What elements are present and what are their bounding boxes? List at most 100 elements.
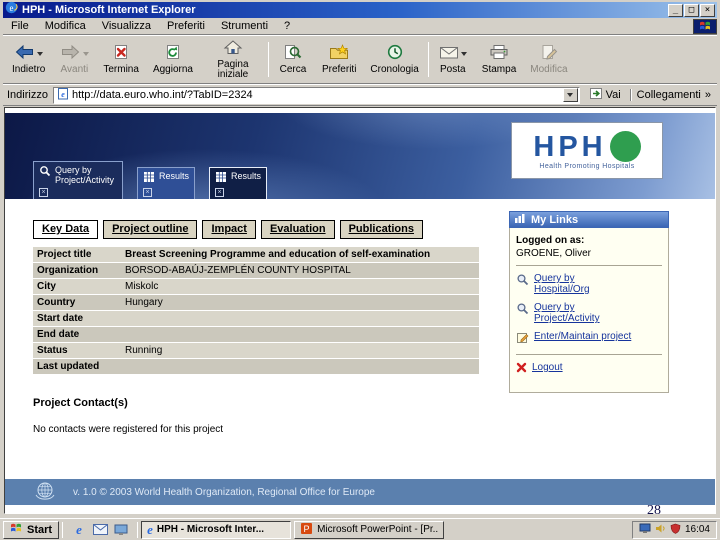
ie-throbber-windows-logo-icon: [693, 18, 717, 34]
tab-close-icon[interactable]: ×: [39, 188, 48, 197]
taskbar-separator: [62, 521, 64, 538]
favorites-button[interactable]: Preferiti: [315, 37, 363, 82]
address-input[interactable]: e http://data.euro.who.int/?TabID=2324: [52, 86, 580, 104]
quicklaunch-outlook-icon[interactable]: [92, 522, 108, 538]
results-grid-icon: [143, 171, 155, 185]
my-links-title: My Links: [531, 213, 579, 226]
link-query-by-hospital[interactable]: Query by Hospital/Org: [516, 273, 662, 295]
start-button[interactable]: Start: [3, 520, 60, 539]
back-button[interactable]: Indietro: [5, 37, 52, 82]
forward-button[interactable]: Avanti: [52, 37, 96, 82]
maximize-button[interactable]: □: [684, 3, 699, 17]
ie-icon: e: [147, 522, 153, 537]
shield-icon[interactable]: [670, 523, 681, 537]
links-label: Collegamenti: [636, 89, 701, 101]
field-label: Project title: [37, 249, 92, 260]
table-row: Last updated: [33, 359, 479, 375]
tab-project-outline[interactable]: Project outline: [103, 220, 198, 239]
menu-favorites[interactable]: Preferiti: [159, 19, 213, 33]
display-icon[interactable]: [639, 523, 651, 537]
link-label[interactable]: Enter/Maintain project: [534, 331, 631, 342]
stop-button[interactable]: Termina: [96, 37, 146, 82]
window-title: HPH - Microsoft Internet Explorer: [22, 3, 196, 16]
field-label: Country: [37, 297, 76, 308]
mail-button[interactable]: Posta: [431, 37, 475, 82]
link-logout[interactable]: Logout: [516, 362, 662, 376]
tab-key-data[interactable]: Key Data: [33, 220, 99, 239]
table-row: Country Hungary: [33, 295, 479, 311]
edit-note-icon: [516, 331, 529, 347]
results-grid-icon: [215, 171, 227, 185]
chevron-down-icon[interactable]: [37, 51, 44, 56]
nav-tab-label: Results: [231, 171, 262, 181]
title-bar[interactable]: e HPH - Microsoft Internet Explorer _ □ …: [3, 1, 717, 19]
page-icon: e: [57, 87, 69, 103]
volume-icon[interactable]: [655, 523, 666, 537]
print-button[interactable]: Stampa: [475, 37, 523, 82]
toolbar: Indietro Avanti Termina Aggiorna Pagina …: [3, 36, 717, 84]
my-links-sidebar: My Links Logged on as: GROENE, Oliver Qu…: [509, 211, 669, 393]
tab-close-icon[interactable]: ×: [143, 188, 152, 197]
desktop: e HPH - Microsoft Internet Explorer _ □ …: [0, 0, 720, 540]
home-button[interactable]: Pagina iniziale: [200, 37, 266, 82]
link-label[interactable]: Logout: [532, 362, 563, 373]
close-button[interactable]: ×: [700, 3, 715, 17]
link-label[interactable]: Query by Hospital/Org: [534, 273, 604, 295]
nav-tab-query-by-project[interactable]: Query by Project/Activity ×: [33, 161, 123, 199]
tray-clock[interactable]: 16:04: [685, 524, 710, 535]
task-button-powerpoint[interactable]: P Microsoft PowerPoint - [Pr...: [294, 520, 445, 539]
chevron-down-icon[interactable]: [460, 51, 467, 56]
logged-on-user: GROENE, Oliver: [516, 248, 592, 259]
menu-view[interactable]: Visualizza: [94, 19, 159, 33]
table-row: Project title Breast Screening Programme…: [33, 247, 479, 263]
chevron-right-icon[interactable]: »: [705, 89, 711, 101]
home-label: Pagina iniziale: [217, 58, 249, 80]
page-footer: v. 1.0 © 2003 World Health Organization,…: [5, 479, 715, 505]
edit-button[interactable]: Modifica: [523, 37, 574, 82]
search-button[interactable]: Cerca: [271, 37, 315, 82]
go-button[interactable]: Vai: [585, 86, 625, 104]
quicklaunch-ie-icon[interactable]: e: [71, 522, 87, 538]
tab-impact[interactable]: Impact: [202, 220, 256, 239]
link-label[interactable]: Query by Project/Activity: [534, 302, 604, 324]
quicklaunch-show-desktop-icon[interactable]: [113, 522, 129, 538]
menu-file[interactable]: File: [3, 19, 37, 33]
nav-tab-label: Results: [159, 171, 190, 181]
hph-logo-text: HPH: [533, 130, 607, 163]
link-enter-maintain-project[interactable]: Enter/Maintain project: [516, 331, 662, 347]
go-label: Vai: [605, 89, 621, 101]
nav-tab-results-2-active[interactable]: Results ×: [209, 167, 268, 199]
refresh-button[interactable]: Aggiorna: [146, 37, 200, 82]
table-row: City Miskolc: [33, 279, 479, 295]
table-row: Organization BORSOD-ABAÚJ-ZEMPLÉN COUNTY…: [33, 263, 479, 279]
history-label: Cronologia: [370, 63, 419, 75]
refresh-label: Aggiorna: [152, 63, 193, 75]
history-icon: [386, 44, 404, 63]
nav-tab-results-1[interactable]: Results ×: [137, 167, 196, 199]
history-button[interactable]: Cronologia: [363, 37, 425, 82]
tab-publications[interactable]: Publications: [339, 220, 423, 239]
ie-window-icon: e: [5, 1, 18, 19]
field-value: [121, 327, 479, 342]
address-url[interactable]: http://data.euro.who.int/?TabID=2324: [72, 89, 560, 101]
start-label: Start: [27, 523, 53, 536]
address-dropdown-button[interactable]: [562, 88, 578, 102]
task-button-ie-hph[interactable]: e HPH - Microsoft Inter...: [141, 520, 292, 539]
magnifier-icon: [516, 302, 529, 318]
menu-help[interactable]: ?: [276, 19, 298, 33]
table-row: Status Running: [33, 343, 479, 359]
field-value: Hungary: [125, 297, 163, 308]
footer-text: v. 1.0 © 2003 World Health Organization,…: [73, 486, 375, 498]
menu-edit[interactable]: Modifica: [37, 19, 94, 33]
project-contacts-empty-text: No contacts were registered for this pro…: [33, 424, 224, 435]
tab-close-icon[interactable]: ×: [215, 188, 225, 197]
field-label: End date: [37, 329, 80, 340]
chevron-down-icon[interactable]: [82, 51, 89, 56]
link-query-by-project[interactable]: Query by Project/Activity: [516, 302, 662, 324]
links-toolbar[interactable]: Collegamenti »: [629, 89, 713, 101]
back-icon: [14, 44, 35, 63]
tab-evaluation[interactable]: Evaluation: [260, 220, 335, 239]
go-icon: [589, 87, 603, 103]
menu-tools[interactable]: Strumenti: [213, 19, 276, 33]
minimize-button[interactable]: _: [668, 3, 683, 17]
